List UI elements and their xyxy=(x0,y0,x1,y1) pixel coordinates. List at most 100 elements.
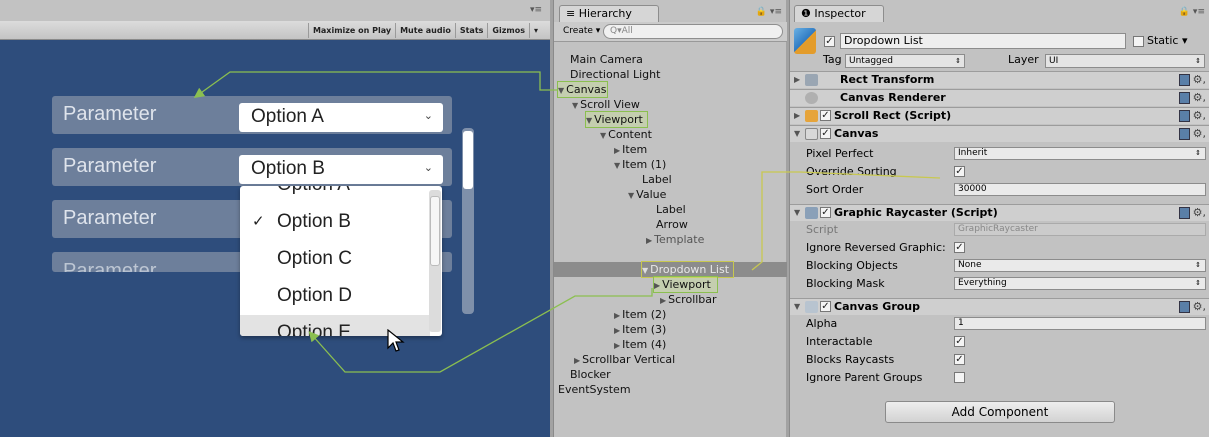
tree-node[interactable]: ▶ Scrollbar xyxy=(660,292,717,307)
parameter-label: Parameter xyxy=(63,103,157,125)
ignore-parent-groups-field: Ignore Parent Groups xyxy=(790,369,1209,386)
dropdown-option[interactable]: Option C xyxy=(240,241,430,278)
dropdown-scrollbar-handle[interactable] xyxy=(430,196,440,266)
tag-label: Tag xyxy=(823,53,842,66)
tree-node[interactable]: ▶ Scrollbar Vertical xyxy=(574,352,675,367)
game-toolbar: Maximize on Play Mute audio Stats Gizmos… xyxy=(0,21,550,40)
tree-node-canvas[interactable]: ▼ Canvas xyxy=(557,81,608,98)
parameter-dropdown[interactable]: Option A ⌄ xyxy=(239,103,443,132)
tab-hierarchy[interactable]: ≡ Hierarchy xyxy=(559,5,659,22)
add-component-button[interactable]: Add Component xyxy=(885,401,1115,423)
help-book-icon[interactable] xyxy=(1179,207,1190,219)
enabled-checkbox[interactable]: ✓ xyxy=(820,301,831,312)
canvas-group-header[interactable]: ▼ ✓ Canvas Group ⚙, xyxy=(790,298,1209,315)
scrollbar-handle[interactable] xyxy=(463,131,473,189)
help-book-icon[interactable] xyxy=(1179,301,1190,313)
blocking-mask-select[interactable]: Everything ⇕ xyxy=(954,277,1206,290)
tree-node-viewport[interactable]: ▼ Viewport xyxy=(585,111,648,128)
tree-node[interactable]: ▼ Item (1) xyxy=(614,157,666,172)
canvas-header[interactable]: ▼ ✓ Canvas ⚙, xyxy=(790,125,1209,142)
chevron-down-icon: ⌄ xyxy=(423,161,433,174)
tree-node[interactable]: Arrow xyxy=(656,217,688,232)
gear-icon[interactable]: ⚙, xyxy=(1193,299,1206,315)
graphic-raycaster-header[interactable]: ▼ ✓ Graphic Raycaster (Script) ⚙, xyxy=(790,204,1209,221)
stats-button[interactable]: Stats xyxy=(454,22,488,38)
option-label: Option A xyxy=(277,186,350,196)
rect-transform-header[interactable]: ▶ Rect Transform ⚙, xyxy=(790,71,1209,88)
canvas-renderer-header[interactable]: Canvas Renderer ⚙, xyxy=(790,89,1209,106)
dropdown-scrollbar[interactable] xyxy=(429,190,441,332)
tree-node[interactable]: ▶ Item (3) xyxy=(614,322,666,337)
tree-node-viewport-2[interactable]: ▶ Viewport xyxy=(653,276,718,293)
dropdown-option[interactable]: Option A xyxy=(240,186,430,204)
gear-icon[interactable]: ⚙, xyxy=(1193,108,1206,124)
help-book-icon[interactable] xyxy=(1179,110,1190,122)
tree-node[interactable]: Blocker xyxy=(570,367,611,382)
game-view-panel: ▾≡ Maximize on Play Mute audio Stats Giz… xyxy=(0,0,550,437)
help-book-icon[interactable] xyxy=(1179,92,1190,104)
tree-node[interactable]: ▶ Item (4) xyxy=(614,337,666,352)
gizmos-dropdown-icon[interactable]: ▾ xyxy=(528,22,542,38)
help-book-icon[interactable] xyxy=(1179,128,1190,140)
gameobject-cube-icon xyxy=(794,28,816,54)
tree-node[interactable]: Label xyxy=(642,172,672,187)
enabled-checkbox[interactable]: ✓ xyxy=(820,207,831,218)
interactable-checkbox[interactable]: ✓ xyxy=(954,336,965,347)
static-checkbox[interactable] xyxy=(1133,36,1144,47)
tree-node[interactable]: ▼ Value xyxy=(628,187,666,202)
tree-node-dropdown-list[interactable]: ▼ Dropdown List xyxy=(640,261,735,278)
gear-icon[interactable]: ⚙, xyxy=(1193,90,1206,106)
scroll-rect-header[interactable]: ▶ ✓ Scroll Rect (Script) ⚙, xyxy=(790,107,1209,124)
canvas-icon xyxy=(805,128,818,140)
interactable-field: Interactable ✓ xyxy=(806,335,965,348)
hierarchy-menu-icon[interactable]: 🔒 ▾≡ xyxy=(756,7,782,17)
tree-node[interactable]: Directional Light xyxy=(570,67,660,82)
canvas-group-icon xyxy=(805,301,818,313)
blocks-raycasts-checkbox[interactable]: ✓ xyxy=(954,354,965,365)
active-checkbox[interactable]: ✓ xyxy=(824,36,835,47)
mute-audio-button[interactable]: Mute audio xyxy=(395,22,455,38)
ignore-reversed-checkbox[interactable]: ✓ xyxy=(954,242,965,253)
gear-icon[interactable]: ⚙, xyxy=(1193,205,1206,221)
dropdown-option[interactable]: Option D xyxy=(240,278,430,315)
tree-node[interactable]: EventSystem xyxy=(558,382,631,397)
layer-select[interactable]: UI ⇕ xyxy=(1045,54,1205,68)
sort-order-input[interactable]: 30000 xyxy=(954,183,1206,196)
game-tab-menu-icon[interactable]: ▾≡ xyxy=(530,5,542,15)
enabled-checkbox[interactable]: ✓ xyxy=(820,110,831,121)
gear-icon[interactable]: ⚙, xyxy=(1193,72,1206,88)
tree-node[interactable]: ▼ Content xyxy=(600,127,652,142)
tree-node[interactable]: ▶ Item xyxy=(614,142,647,157)
maximize-on-play-button[interactable]: Maximize on Play xyxy=(307,22,395,38)
dropdown-option-selected[interactable]: ✓ Option B xyxy=(240,204,430,241)
blocking-objects-select[interactable]: None ⇕ xyxy=(954,259,1206,272)
blocking-mask-field: Blocking Mask Everything ⇕ xyxy=(790,275,1209,292)
scrollbar-vertical[interactable] xyxy=(462,128,474,314)
layer-label: Layer xyxy=(1008,53,1039,66)
tree-node[interactable]: Label xyxy=(656,202,686,217)
gear-icon[interactable]: ⚙, xyxy=(1193,126,1206,142)
tab-inspector[interactable]: ❶ Inspector xyxy=(794,5,884,22)
dropdown-value: Option B xyxy=(251,158,325,179)
pixel-perfect-select[interactable]: Inherit ⇕ xyxy=(954,147,1206,160)
override-sorting-checkbox[interactable]: ✓ xyxy=(954,166,965,177)
option-label: Option B xyxy=(277,211,351,232)
alpha-input[interactable]: 1 xyxy=(954,317,1206,330)
help-book-icon[interactable] xyxy=(1179,74,1190,86)
tree-node[interactable]: ▶ Item (2) xyxy=(614,307,666,322)
parameter-dropdown[interactable]: Option B ⌄ xyxy=(239,155,443,184)
inspector-menu-icon[interactable]: 🔒 ▾≡ xyxy=(1179,7,1205,17)
static-label[interactable]: Static ▾ xyxy=(1147,34,1187,47)
blocking-objects-field: Blocking Objects None ⇕ xyxy=(790,257,1209,274)
create-button[interactable]: Create ▾ xyxy=(559,25,604,37)
tree-node[interactable]: ▶ Template xyxy=(646,232,704,247)
tree-node[interactable]: ▼ Scroll View xyxy=(572,97,640,112)
object-name-input[interactable]: Dropdown List xyxy=(840,33,1126,49)
enabled-checkbox[interactable]: ✓ xyxy=(820,128,831,139)
search-input[interactable]: Q▾All xyxy=(603,24,783,39)
gizmos-button[interactable]: Gizmos xyxy=(487,22,529,38)
tag-select[interactable]: Untagged ⇕ xyxy=(845,54,965,68)
option-label: Option C xyxy=(277,248,352,269)
tree-node[interactable]: Main Camera xyxy=(570,52,643,67)
ignore-parent-groups-checkbox[interactable] xyxy=(954,372,965,383)
